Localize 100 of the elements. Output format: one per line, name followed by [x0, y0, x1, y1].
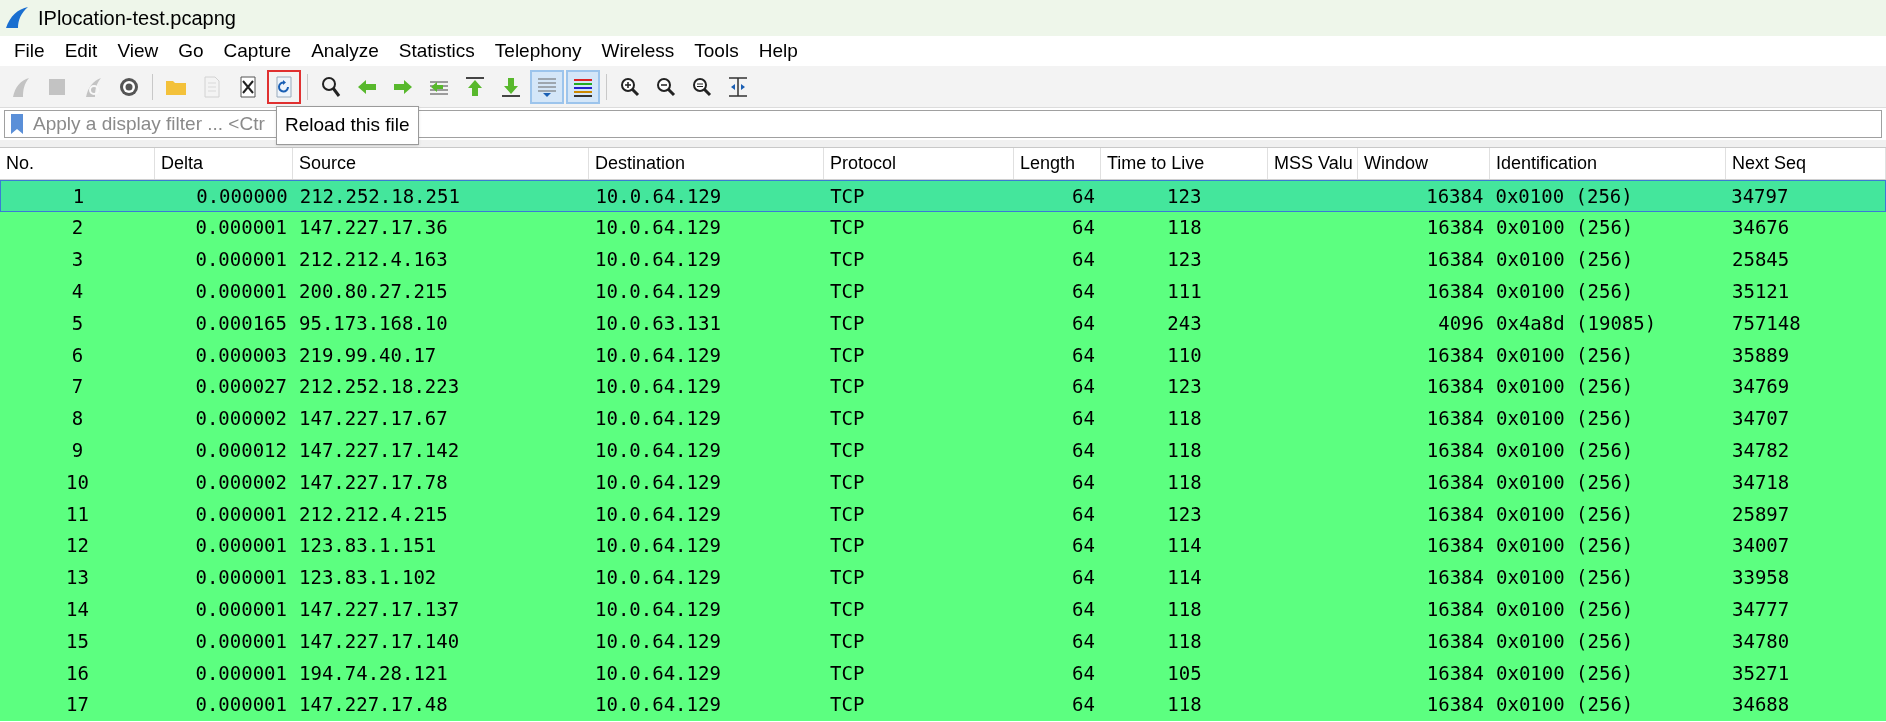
table-cell: 212.252.18.251: [299, 184, 460, 207]
column-header[interactable]: Next Seq: [1726, 148, 1886, 179]
table-cell: 95.173.168.10: [299, 311, 448, 334]
packet-row[interactable]: 13 0.000001 123.83.1.102 10.0.64.129 TCP 64 114 16384 0x0100 (256) 33958: [0, 561, 1886, 594]
table-cell: 10.0.64.129: [595, 502, 721, 525]
table-cell: 10.0.64.129: [595, 470, 721, 493]
table-cell: 2: [71, 216, 84, 239]
menu-item[interactable]: Telephony: [484, 36, 592, 66]
table-cell: 34707: [1732, 407, 1790, 430]
table-cell: 4096: [1438, 311, 1484, 334]
menu-item[interactable]: Help: [748, 36, 808, 66]
table-cell: 64: [1072, 216, 1095, 239]
table-cell: 10: [66, 470, 89, 493]
column-header[interactable]: Time to Live: [1101, 148, 1268, 179]
table-cell: 16384: [1426, 343, 1484, 366]
packet-row[interactable]: 5 0.000165 95.173.168.10 10.0.63.131 TCP 64 243 4096 0x4a8d (19085) 757148: [0, 307, 1886, 339]
table-cell: 0.000001: [195, 661, 287, 684]
packet-row[interactable]: 2 0.000001 147.227.17.36 10.0.64.129 TCP 64 118 16384 0x0100 (256) 34676: [0, 211, 1886, 244]
menu-item[interactable]: Tools: [684, 36, 749, 66]
table-cell: 0.000012: [195, 439, 287, 461]
column-header[interactable]: MSS Valu: [1268, 148, 1358, 179]
packet-row[interactable]: 16 0.000001 194.74.28.121 10.0.64.129 TCP 64 105 16384 0x0100 (256) 35271: [0, 656, 1886, 689]
column-header[interactable]: Protocol: [824, 148, 1014, 179]
table-cell: 123.83.1.102: [299, 566, 437, 589]
table-cell: 118: [1167, 407, 1202, 430]
menu-item[interactable]: Wireless: [591, 36, 685, 66]
table-cell: TCP: [830, 566, 865, 589]
table-cell: 16384: [1426, 375, 1484, 398]
reload-button[interactable]: [267, 69, 301, 104]
table-cell: TCP: [830, 629, 865, 652]
menu-item[interactable]: Go: [168, 36, 214, 66]
table-cell: 16384: [1426, 598, 1484, 620]
table-cell: 0.000003: [195, 343, 287, 366]
table-cell: 123: [1167, 184, 1202, 207]
table-cell: 0.000001: [195, 248, 287, 271]
column-header[interactable]: Length: [1014, 148, 1101, 179]
column-header[interactable]: Delta: [155, 148, 293, 179]
packet-row[interactable]: 15 0.000001 147.227.17.140 10.0.64.129 TCP 64 118 16384 0x0100 (256) 34780: [0, 625, 1886, 657]
packet-row[interactable]: 4 0.000001 200.80.27.215 10.0.64.129 TCP 64 111 16384 0x0100 (256) 35121: [0, 275, 1886, 308]
bookmark-icon[interactable]: [10, 113, 24, 135]
table-cell: 0.000001: [195, 566, 287, 589]
table-cell: 34797: [1731, 184, 1789, 207]
table-cell: 10.0.64.129: [595, 216, 721, 239]
packet-row[interactable]: 8 0.000002 147.227.17.67 10.0.64.129 TCP 64 118 16384 0x0100 (256) 34707: [0, 402, 1886, 435]
packet-row[interactable]: 6 0.000003 219.99.40.17 10.0.64.129 TCP 64 110 16384 0x0100 (256) 35889: [0, 339, 1886, 371]
table-cell: 200.80.27.215: [299, 280, 448, 303]
table-cell: 212.252.18.223: [299, 375, 460, 398]
column-header[interactable]: Source: [293, 148, 589, 179]
table-cell: 64: [1072, 407, 1095, 430]
table-cell: 5: [71, 311, 84, 334]
table-cell: 14: [66, 598, 89, 620]
packet-row[interactable]: 3 0.000001 212.212.4.163 10.0.64.129 TCP 64 123 16384 0x0100 (256) 25845: [0, 243, 1886, 276]
colored-lines-button[interactable]: [566, 69, 600, 104]
table-cell: 243: [1167, 311, 1202, 334]
splitter-handle[interactable]: [0, 140, 1886, 148]
packet-row[interactable]: 14 0.000001 147.227.17.137 10.0.64.129 TCP 64 118 16384 0x0100 (256) 34777: [0, 593, 1886, 626]
column-header[interactable]: Destination: [589, 148, 824, 179]
column-header[interactable]: Identification: [1490, 148, 1726, 179]
table-cell: 0x0100 (256): [1496, 375, 1634, 398]
table-cell: 0x4a8d (19085): [1496, 311, 1657, 334]
column-header[interactable]: No.: [0, 148, 155, 179]
table-cell: 0x0100 (256): [1496, 693, 1634, 716]
table-cell: 147.227.17.142: [299, 439, 460, 461]
table-cell: 105: [1167, 661, 1202, 684]
table-cell: 123: [1167, 375, 1202, 398]
table-cell: 16384: [1426, 534, 1484, 557]
table-cell: 123: [1167, 248, 1202, 271]
table-cell: 10.0.64.129: [595, 375, 721, 398]
packet-row[interactable]: 17 0.000001 147.227.17.48 10.0.64.129 TCP 64 118 16384 0x0100 (256) 34688: [0, 688, 1886, 721]
table-cell: 0.000001: [195, 216, 287, 239]
app-logo-icon: [4, 6, 30, 30]
packet-row[interactable]: 1 0.000000 212.252.18.251 10.0.64.129 TCP 64 123 16384 0x0100 (256) 34797: [0, 180, 1886, 212]
menu-item[interactable]: Statistics: [388, 36, 485, 66]
menu-item[interactable]: Capture: [213, 36, 302, 66]
table-cell: 212.212.4.215: [299, 502, 448, 525]
table-cell: TCP: [830, 311, 865, 334]
table-cell: 64: [1072, 470, 1095, 493]
table-cell: 0x0100 (256): [1496, 439, 1634, 461]
table-cell: 16384: [1426, 661, 1484, 684]
packet-row[interactable]: 7 0.000027 212.252.18.223 10.0.64.129 TCP 64 123 16384 0x0100 (256) 34769: [0, 370, 1886, 403]
packet-row[interactable]: 11 0.000001 212.212.4.215 10.0.64.129 TCP 64 123 16384 0x0100 (256) 25897: [0, 497, 1886, 530]
table-cell: 15: [66, 629, 89, 652]
packet-row[interactable]: 10 0.000002 147.227.17.78 10.0.64.129 TCP 64 118 16384 0x0100 (256) 34718: [0, 466, 1886, 498]
packet-row[interactable]: 12 0.000001 123.83.1.151 10.0.64.129 TCP 64 114 16384 0x0100 (256) 34007: [0, 529, 1886, 562]
table-cell: 219.99.40.17: [299, 343, 437, 366]
menu-item[interactable]: View: [107, 36, 169, 66]
table-cell: 10.0.64.129: [595, 184, 722, 207]
menu-item[interactable]: Analyze: [301, 36, 389, 66]
packet-row[interactable]: 9 0.000012 147.227.17.142 10.0.64.129 TCP 64 118 16384 0x0100 (256) 34782: [0, 434, 1886, 467]
table-cell: 123: [1167, 502, 1202, 525]
table-cell: 16: [66, 661, 89, 684]
column-header[interactable]: Window: [1358, 148, 1490, 179]
table-cell: 0.000001: [195, 598, 287, 620]
table-cell: 7: [71, 375, 84, 398]
table-cell: 114: [1167, 566, 1202, 589]
menu-item[interactable]: File: [4, 36, 55, 66]
table-cell: 12: [66, 534, 89, 557]
table-cell: 16384: [1426, 470, 1484, 493]
menu-item[interactable]: Edit: [54, 36, 108, 66]
search-icon: [319, 74, 343, 99]
